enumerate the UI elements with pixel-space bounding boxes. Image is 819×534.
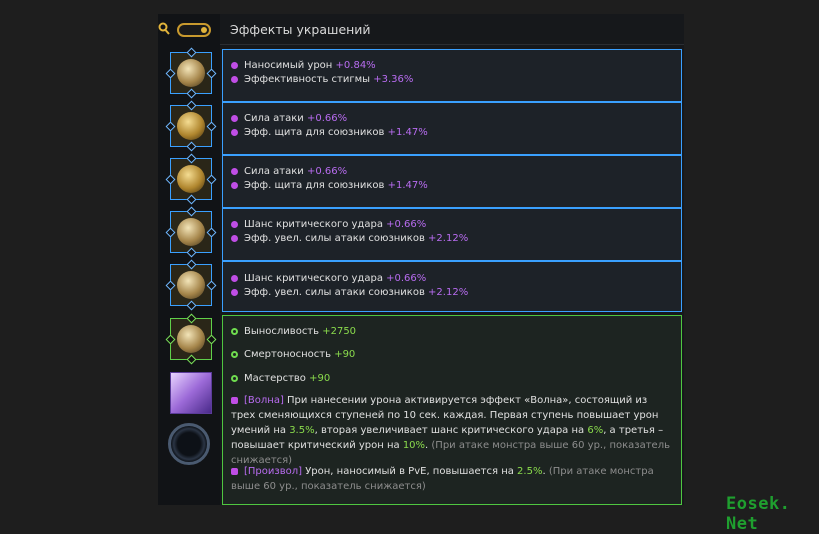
jewel-slot-6[interactable]	[165, 313, 217, 365]
bullet-icon	[231, 181, 238, 189]
effect-box-2: Сила атаки +0.66% Эфф. щита для союзнико…	[222, 102, 682, 155]
bullet-icon	[231, 234, 238, 242]
bullet-icon	[231, 274, 238, 282]
stat-line: Смертоносность +90	[231, 349, 355, 360]
bullet-icon	[231, 350, 238, 358]
set-effect-box: Выносливость +2750 Смертоносность +90 Ма…	[222, 315, 682, 505]
jewel-slot-5[interactable]	[165, 259, 217, 311]
effect-box-5: Шанс критического удара +0.66% Эфф. увел…	[222, 261, 682, 312]
bullet-icon	[231, 128, 238, 136]
jewel-slot-1[interactable]	[165, 47, 217, 99]
jewel-icon	[177, 325, 205, 353]
bullet-icon	[231, 220, 238, 228]
stat-line: Выносливость +2750	[231, 326, 356, 337]
watermark: Eosek. Net	[726, 494, 791, 534]
bullet-icon	[231, 374, 238, 382]
arbitrary-effect: [Произвол] Урон, наносимый в PvE, повыша…	[231, 466, 654, 492]
effect-line: Шанс критического удара +0.66%	[231, 273, 426, 284]
jewel-icon	[177, 112, 205, 140]
bullet-icon	[231, 167, 238, 175]
effect-line: Сила атаки +0.66%	[231, 113, 347, 124]
effect-line: Эфф. щита для союзников +1.47%	[231, 127, 428, 138]
effect-line: Шанс критического удара +0.66%	[231, 219, 426, 230]
effect-box-3: Сила атаки +0.66% Эфф. щита для союзнико…	[222, 155, 682, 208]
bullet-icon	[231, 396, 238, 404]
stat-line: Мастерство +90	[231, 373, 330, 384]
crystal-icon[interactable]	[170, 372, 212, 414]
jewel-icon	[177, 59, 205, 87]
jewel-icon	[177, 165, 205, 193]
bullet-icon	[231, 288, 238, 296]
effect-line: Наносимый урон +0.84%	[231, 60, 376, 71]
jewel-slot-4[interactable]	[165, 206, 217, 258]
page-title: Эффекты украшений	[230, 22, 371, 37]
toggle-knob	[201, 27, 207, 33]
bullet-icon	[231, 114, 238, 122]
effect-box-1: Наносимый урон +0.84% Эффективность стиг…	[222, 49, 682, 102]
ring-icon[interactable]	[168, 423, 210, 465]
jewel-icon	[177, 271, 205, 299]
bullet-icon	[231, 327, 238, 335]
jewel-icon	[177, 218, 205, 246]
effect-line: Эфф. щита для союзников +1.47%	[231, 180, 428, 191]
effect-box-4: Шанс критического удара +0.66% Эфф. увел…	[222, 208, 682, 261]
effect-line: Сила атаки +0.66%	[231, 166, 347, 177]
effect-line: Эфф. увел. силы атаки союзников +2.12%	[231, 233, 468, 244]
bullet-icon	[231, 75, 238, 83]
toggle-switch[interactable]	[177, 23, 211, 37]
effect-line: Эфф. увел. силы атаки союзников +2.12%	[231, 287, 468, 298]
bullet-icon	[231, 61, 238, 69]
jewel-slot-2[interactable]	[165, 100, 217, 152]
bullet-icon	[231, 467, 238, 475]
effect-line: Эффективность стигмы +3.36%	[231, 74, 413, 85]
jewel-slot-3[interactable]	[165, 153, 217, 205]
divider	[220, 44, 684, 45]
search-icon[interactable]	[158, 22, 170, 36]
wave-effect: [Волна] При нанесении урона активируется…	[231, 395, 670, 466]
